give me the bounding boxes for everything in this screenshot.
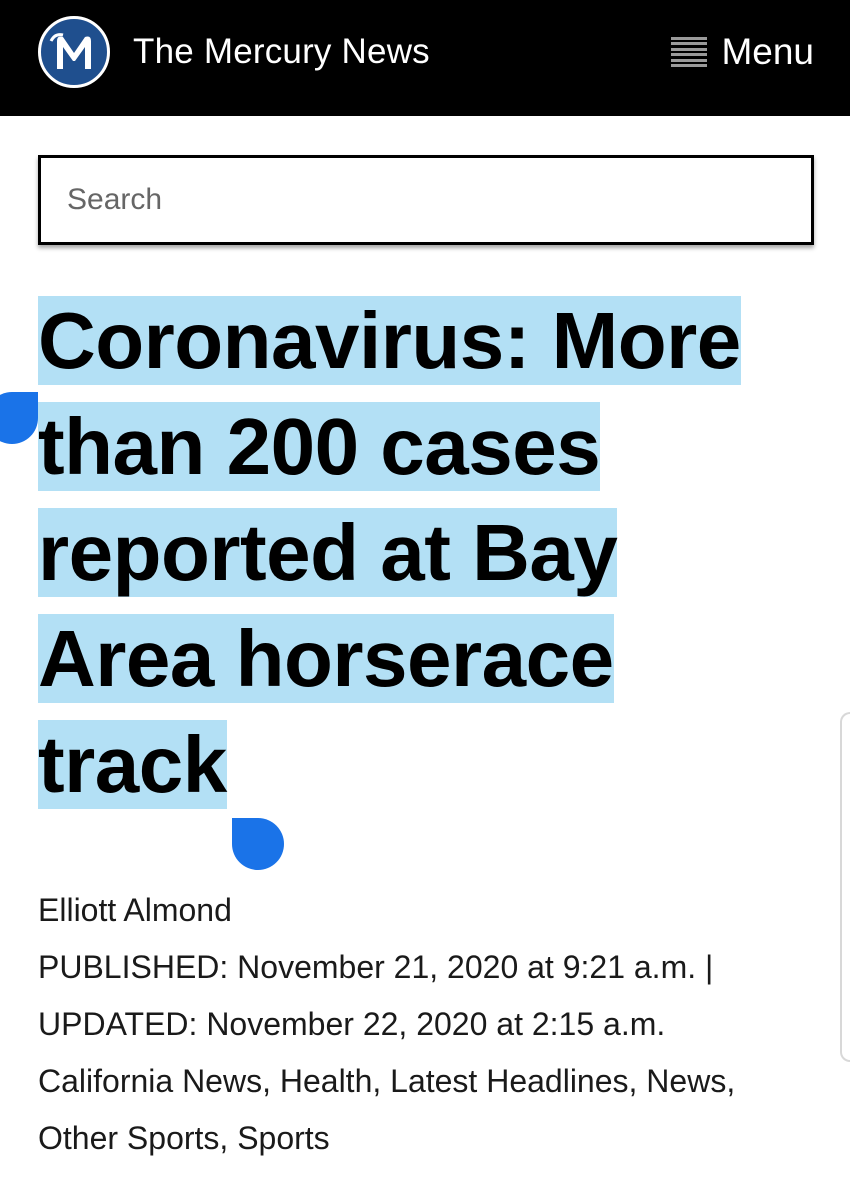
menu-label: Menu	[721, 31, 814, 72]
search-input[interactable]	[41, 158, 811, 242]
mercury-news-logo-icon[interactable]	[38, 16, 110, 88]
top-bar: The Mercury News Menu	[0, 0, 850, 116]
site-title[interactable]: The Mercury News	[133, 30, 430, 74]
article-meta: Elliott Almond PUBLISHED: November 21, 2…	[38, 882, 818, 1167]
categories-line-1[interactable]: California News, Health, Latest Headline…	[38, 1053, 818, 1110]
byline-author[interactable]: Elliott Almond	[38, 882, 818, 939]
selected-headline-text: Coronavirus: More than 200 cases reporte…	[38, 296, 741, 809]
menu-button[interactable]: Menu	[671, 28, 814, 76]
scrollbar[interactable]	[840, 712, 850, 1062]
updated-date: UPDATED: November 22, 2020 at 2:15 a.m.	[38, 1006, 666, 1042]
categories-line-2[interactable]: Other Sports, Sports	[38, 1110, 818, 1167]
published-date: PUBLISHED: November 21, 2020 at 9:21 a.m…	[38, 949, 714, 985]
selection-end-handle[interactable]	[232, 818, 284, 870]
hamburger-menu-icon	[671, 37, 708, 67]
search-box[interactable]	[38, 155, 814, 245]
selection-start-handle[interactable]	[0, 392, 38, 444]
article-headline[interactable]: Coronavirus: More than 200 cases reporte…	[38, 288, 778, 818]
